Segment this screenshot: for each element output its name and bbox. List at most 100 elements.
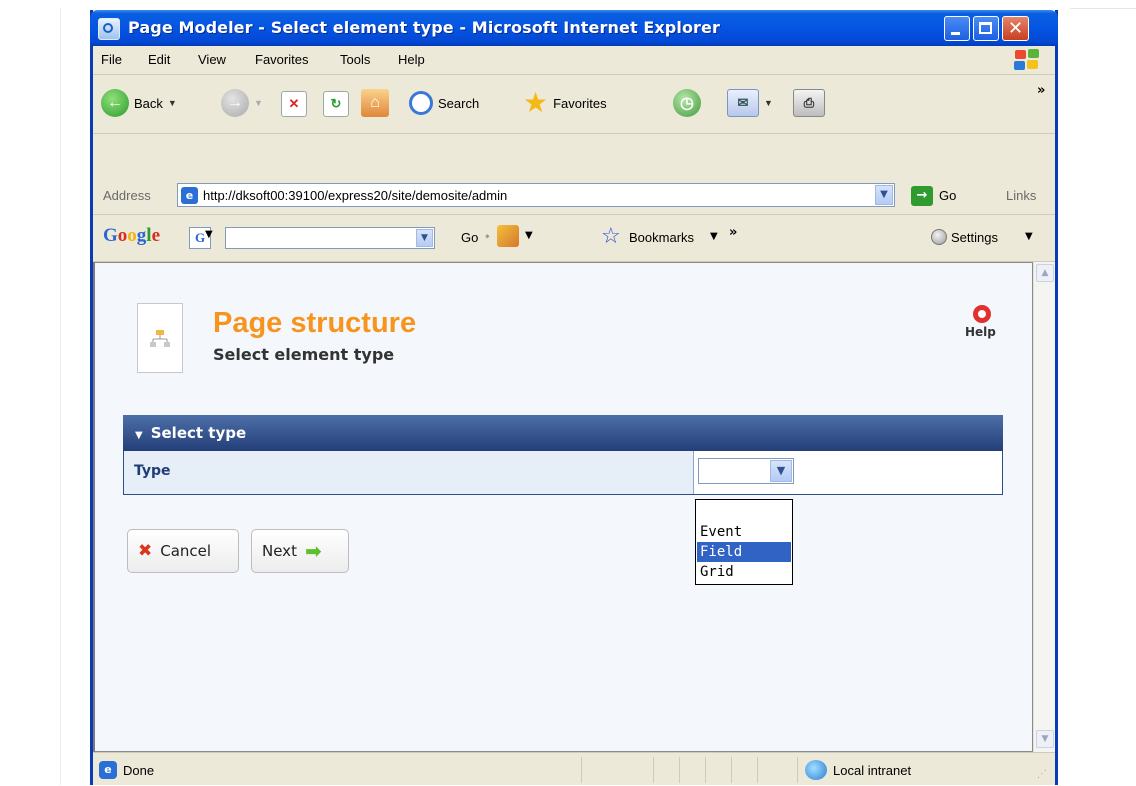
favorites-label: Favorites [553, 95, 607, 111]
favorites-button[interactable]: ★ Favorites [523, 89, 607, 117]
google-menu-dropdown-icon[interactable]: ▼ [205, 229, 213, 240]
windows-logo-icon [1013, 48, 1041, 72]
select-type-section: ▼ Select type Type ▼ [123, 415, 1003, 497]
forward-dropdown-icon[interactable]: ▼ [254, 98, 263, 108]
local-intranet-icon [805, 760, 827, 780]
google-overflow-icon[interactable]: » [729, 225, 737, 240]
address-url[interactable]: http://dksoft00:39100/express20/site/dem… [203, 188, 507, 203]
minimize-button[interactable] [944, 16, 970, 41]
ie-window-icon [98, 18, 120, 40]
status-divider [679, 757, 680, 783]
page-frame-vline [60, 8, 61, 785]
status-bar: e Done Local intranet ⋰ [93, 752, 1055, 786]
status-divider [757, 757, 758, 783]
browser-window: Page Modeler - Select element type - Mic… [90, 10, 1058, 785]
type-dropdown-list[interactable]: Event Field Grid [695, 499, 793, 585]
go-button[interactable]: Go [939, 188, 956, 203]
google-logo[interactable]: Google [103, 225, 160, 247]
status-page-icon: e [99, 761, 117, 779]
mail-icon: ✉ [727, 89, 759, 117]
next-button[interactable]: Next ➡ [251, 529, 349, 573]
section-header[interactable]: ▼ Select type [123, 415, 1003, 451]
settings-dropdown-icon[interactable]: ▼ [1025, 231, 1033, 242]
print-icon: ⎙ [793, 89, 825, 117]
google-go-button[interactable]: Go [461, 230, 478, 245]
back-dropdown-icon[interactable]: ▼ [168, 98, 177, 108]
google-search-input[interactable]: ▼ [225, 227, 435, 249]
close-button[interactable]: ✕ [1002, 16, 1029, 41]
scroll-up-icon[interactable]: ▲ [1036, 264, 1054, 282]
sitemap-icon [150, 330, 170, 347]
status-divider [581, 757, 582, 783]
settings-button[interactable]: Settings [951, 230, 998, 245]
stop-icon: ✕ [281, 91, 307, 117]
forward-button[interactable]: → ▼ [221, 89, 263, 117]
help-link[interactable]: Help [965, 325, 996, 339]
address-label: Address [103, 188, 151, 203]
mail-button[interactable]: ✉ ▼ [727, 89, 773, 117]
back-label: Back [134, 95, 163, 111]
page-icon: e [181, 187, 198, 204]
search-button[interactable]: Search [409, 91, 479, 115]
bookmarks-button[interactable]: Bookmarks [629, 230, 694, 245]
refresh-icon: ↻ [323, 91, 349, 117]
page-content: Page structure Select element type Help … [93, 262, 1033, 752]
vertical-scrollbar[interactable]: ▲ ▼ [1033, 262, 1055, 752]
next-label: Next [262, 542, 297, 560]
type-option-field[interactable]: Field [697, 542, 791, 562]
menu-view[interactable]: View [198, 52, 226, 67]
toolbar-overflow-icon[interactable]: » [1037, 83, 1045, 98]
print-button[interactable]: ⎙ [793, 89, 825, 117]
mail-dropdown-icon[interactable]: ▼ [764, 98, 773, 108]
menu-file[interactable]: File [101, 52, 122, 67]
puzzle-dropdown-icon[interactable]: ▼ [525, 230, 533, 241]
address-bar: Address e http://dksoft00:39100/express2… [93, 179, 1055, 215]
status-divider [705, 757, 706, 783]
close-icon: ✕ [1007, 18, 1024, 39]
page-title: Page structure [213, 307, 417, 339]
settings-icon[interactable] [931, 229, 947, 245]
menu-tools[interactable]: Tools [340, 52, 370, 67]
maximize-button[interactable] [973, 16, 999, 41]
status-divider [731, 757, 732, 783]
address-field[interactable]: e http://dksoft00:39100/express20/site/d… [177, 183, 895, 207]
address-dropdown-icon[interactable]: ▼ [875, 185, 893, 205]
back-arrow-icon: ← [101, 89, 129, 117]
bookmarks-star-icon[interactable]: ☆ [601, 224, 621, 249]
type-select[interactable]: ▼ [698, 458, 794, 484]
type-option-grid[interactable]: Grid [697, 562, 791, 582]
google-toolbar: Google G ▼ ▼ Go ⬩ ▼ ☆ Bookmarks ▼ » Sett… [93, 215, 1055, 262]
status-divider [797, 757, 798, 783]
type-option-event[interactable]: Event [697, 522, 791, 542]
menu-edit[interactable]: Edit [148, 52, 170, 67]
google-search-dropdown-icon[interactable]: ▼ [416, 229, 433, 247]
puzzle-icon[interactable] [497, 225, 519, 247]
menu-favorites[interactable]: Favorites [255, 52, 308, 67]
go-arrow-icon[interactable]: → [911, 186, 933, 206]
next-arrow-icon: ➡ [304, 539, 322, 563]
search-label: Search [438, 95, 480, 111]
resize-grip-icon[interactable]: ⋰ [1037, 769, 1047, 780]
home-icon: ⌂ [361, 89, 389, 117]
cancel-button[interactable]: ✖ Cancel [127, 529, 239, 573]
help-lifebuoy-icon[interactable] [973, 305, 991, 323]
history-button[interactable]: ◷ [673, 89, 701, 117]
stop-button[interactable]: ✕ [281, 91, 307, 117]
bookmarks-dropdown-icon[interactable]: ▼ [710, 231, 718, 242]
zone-text: Local intranet [833, 763, 912, 778]
chevron-down-icon[interactable]: ▼ [770, 460, 792, 482]
title-bar[interactable]: Page Modeler - Select element type - Mic… [90, 10, 1058, 46]
window-title: Page Modeler - Select element type - Mic… [128, 18, 720, 37]
section-title: Select type [150, 424, 247, 442]
home-button[interactable]: ⌂ [361, 89, 389, 117]
menu-help[interactable]: Help [398, 52, 425, 67]
back-button[interactable]: ← Back ▼ [101, 89, 177, 117]
scroll-down-icon[interactable]: ▼ [1036, 730, 1054, 748]
type-row: Type ▼ [123, 451, 1003, 495]
favorites-star-icon: ★ [523, 87, 549, 118]
refresh-button[interactable]: ↻ [323, 91, 349, 117]
status-text: Done [123, 763, 155, 778]
links-button[interactable]: Links [1006, 188, 1036, 203]
cancel-x-icon: ✖ [138, 541, 153, 561]
collapse-triangle-icon[interactable]: ▼ [135, 430, 143, 441]
